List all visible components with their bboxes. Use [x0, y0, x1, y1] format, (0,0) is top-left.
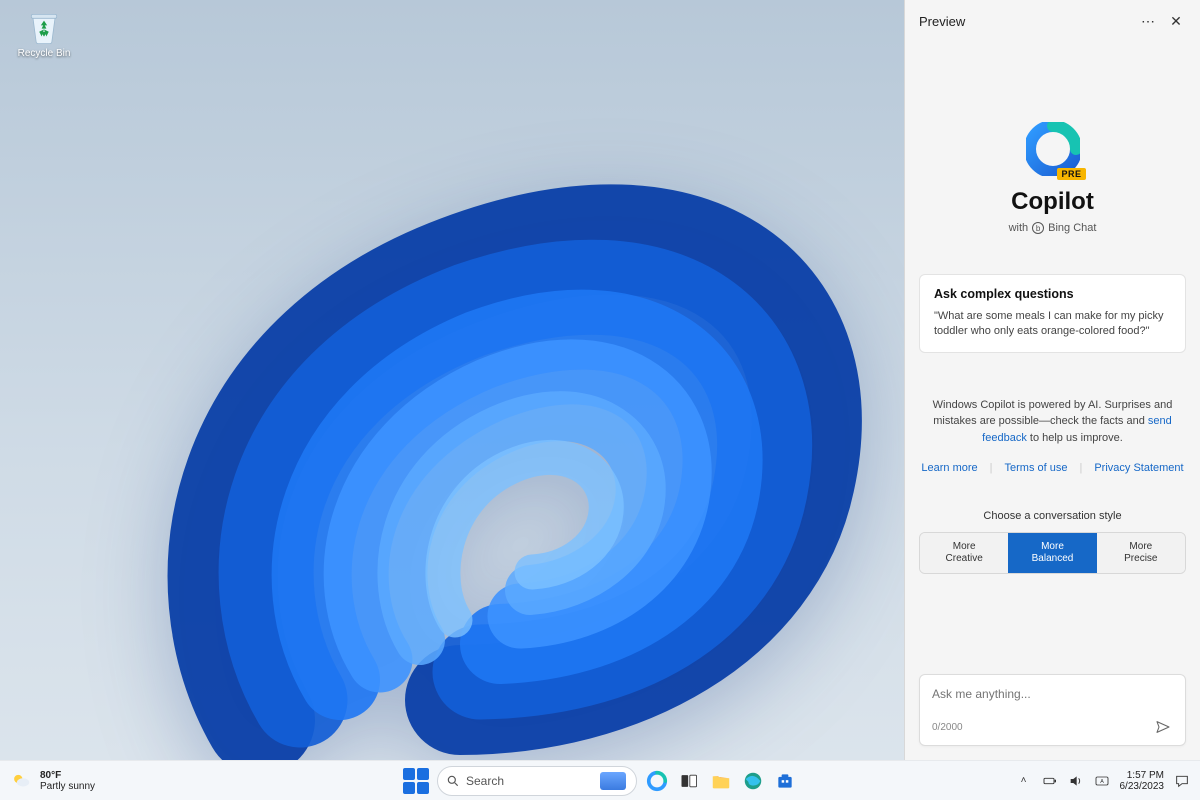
taskbar-clock[interactable]: 1:57 PM 6/23/2023	[1120, 770, 1165, 792]
clock-time: 1:57 PM	[1120, 770, 1165, 781]
search-placeholder: Search	[466, 774, 504, 788]
more-button[interactable]: ⋯	[1134, 7, 1162, 35]
copilot-title: Copilot	[1009, 188, 1097, 216]
weather-temp: 80°F	[40, 770, 95, 781]
weather-desc: Partly sunny	[40, 781, 95, 792]
taskbar-taskview[interactable]	[677, 769, 701, 793]
copilot-logo: PRE	[1026, 122, 1080, 176]
taskbar: 80°F Partly sunny Search ˄	[0, 760, 1200, 800]
edge-icon	[742, 770, 764, 792]
style-balanced[interactable]: More Balanced	[1008, 533, 1096, 573]
taskview-icon	[679, 771, 699, 791]
wallpaper-bloom	[100, 60, 920, 760]
panel-header: Preview ⋯ ✕	[905, 0, 1200, 42]
ellipsis-icon: ⋯	[1141, 13, 1155, 30]
disclaimer-text-1: Windows Copilot is powered by AI. Surpri…	[933, 399, 1173, 428]
copilot-icon	[646, 770, 668, 792]
chevron-up-icon: ˄	[1021, 775, 1027, 786]
separator: |	[1079, 462, 1082, 474]
style-line1: More	[1101, 541, 1181, 553]
taskbar-edge[interactable]	[741, 769, 765, 793]
tray-volume[interactable]	[1068, 773, 1084, 789]
terms-link[interactable]: Terms of use	[1005, 462, 1068, 474]
style-line2: Precise	[1101, 553, 1181, 565]
notification-icon	[1174, 773, 1190, 789]
links-row: Learn more | Terms of use | Privacy Stat…	[921, 462, 1183, 474]
close-icon: ✕	[1170, 13, 1182, 30]
copilot-panel: Preview ⋯ ✕ PRE Copi	[904, 0, 1200, 760]
suggestion-card[interactable]: Ask complex questions "What are some mea…	[919, 274, 1186, 353]
tray-notifications[interactable]	[1174, 773, 1190, 789]
copilot-subtitle: with b Bing Chat	[1009, 222, 1097, 234]
taskbar-copilot[interactable]	[645, 769, 669, 793]
volume-icon	[1068, 773, 1084, 789]
subtitle-brand: Bing Chat	[1048, 222, 1096, 234]
tray-battery[interactable]	[1042, 773, 1058, 789]
clock-date: 6/23/2023	[1120, 781, 1165, 792]
disclaimer-text-2: to help us improve.	[1027, 432, 1123, 444]
learn-more-link[interactable]: Learn more	[921, 462, 977, 474]
card-example: "What are some meals I can make for my p…	[934, 309, 1171, 340]
store-icon	[775, 771, 795, 791]
taskbar-right: ˄ A 1:57 PM 6/23/2023	[1016, 770, 1191, 792]
panel-title: Preview	[919, 14, 965, 29]
weather-icon	[10, 770, 32, 792]
search-icon	[446, 774, 460, 788]
privacy-link[interactable]: Privacy Statement	[1094, 462, 1183, 474]
style-line1: More	[924, 541, 1004, 553]
chat-input[interactable]	[932, 687, 1173, 701]
recycle-bin[interactable]: Recycle Bin	[14, 8, 74, 59]
style-line2: Balanced	[1012, 553, 1092, 565]
search-highlight-icon	[600, 772, 626, 790]
start-button[interactable]	[403, 768, 429, 794]
input-area: 0/2000	[905, 662, 1200, 760]
taskbar-explorer[interactable]	[709, 769, 733, 793]
char-counter: 0/2000	[932, 722, 963, 733]
send-button[interactable]	[1153, 717, 1173, 737]
pre-badge: PRE	[1057, 168, 1085, 180]
recycle-bin-label: Recycle Bin	[14, 48, 74, 59]
tray-chevron[interactable]: ˄	[1016, 773, 1032, 789]
separator: |	[990, 462, 993, 474]
style-line2: Creative	[924, 553, 1004, 565]
subtitle-prefix: with	[1009, 222, 1029, 234]
taskbar-center: Search	[403, 766, 797, 796]
weather-widget[interactable]: 80°F Partly sunny	[10, 770, 95, 792]
style-precise[interactable]: More Precise	[1097, 533, 1185, 573]
style-picker: More Creative More Balanced More Precise	[919, 532, 1186, 574]
style-label: Choose a conversation style	[983, 510, 1121, 522]
battery-icon	[1042, 773, 1058, 789]
disclaimer: Windows Copilot is powered by AI. Surpri…	[919, 397, 1186, 447]
folder-icon	[710, 770, 732, 792]
recycle-bin-icon	[25, 8, 63, 46]
tray-ime[interactable]: A	[1094, 773, 1110, 789]
ime-icon: A	[1094, 773, 1110, 789]
chat-input-box[interactable]: 0/2000	[919, 674, 1186, 746]
bing-icon: b	[1032, 222, 1044, 234]
close-button[interactable]: ✕	[1162, 7, 1190, 35]
send-icon	[1155, 719, 1171, 735]
taskbar-search[interactable]: Search	[437, 766, 637, 796]
taskbar-store[interactable]	[773, 769, 797, 793]
svg-text:A: A	[1100, 779, 1104, 785]
style-creative[interactable]: More Creative	[920, 533, 1008, 573]
style-line1: More	[1012, 541, 1092, 553]
card-heading: Ask complex questions	[934, 287, 1171, 301]
